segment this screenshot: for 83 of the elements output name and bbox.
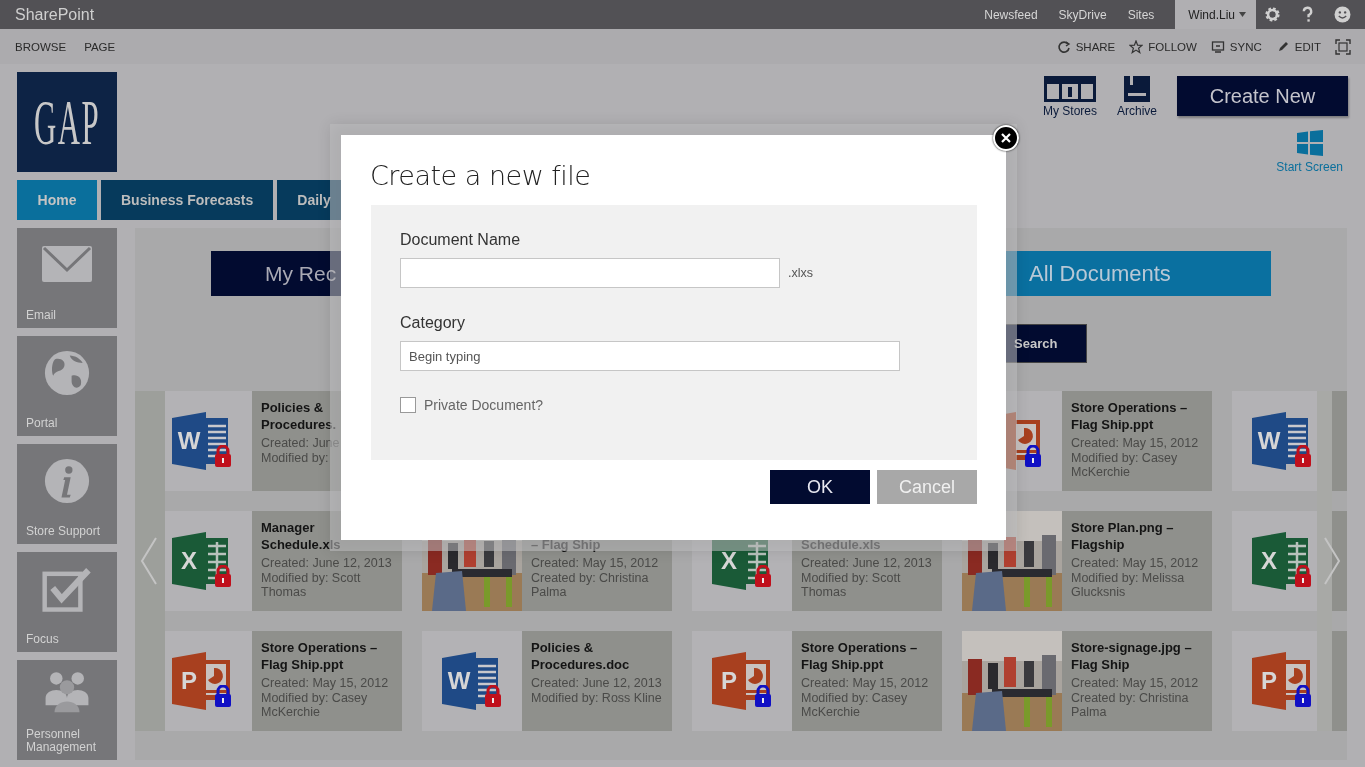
company-logo[interactable]: GAP: [17, 72, 117, 172]
checkbox-label: Private Document?: [424, 397, 544, 413]
file-meta: Created: June 12, 2013: [531, 676, 663, 691]
file-meta: Created: May 15, 2012: [531, 556, 660, 571]
file-title: Store-signage.jpg – Flag Ship: [1071, 639, 1193, 673]
file-meta: Modified by: Casey McKerchie: [1071, 450, 1179, 480]
file-title: Store Operations – Flag Ship.ppt: [801, 639, 919, 673]
chevron-left-icon[interactable]: [140, 536, 158, 586]
file-meta: Created: June: [261, 436, 341, 451]
field-label: Document Name: [400, 231, 522, 249]
dialog-title: Create a new file: [370, 160, 592, 191]
file-meta: Modified by:: [261, 450, 330, 465]
suite-link[interactable]: SkyDrive: [1058, 7, 1107, 22]
suite-link[interactable]: Sites: [1127, 7, 1155, 22]
create-new-button[interactable]: Create New: [1177, 76, 1348, 116]
fullscreen-icon[interactable]: [1335, 38, 1351, 55]
globe-icon: [42, 349, 92, 396]
ok-button[interactable]: OK: [770, 470, 870, 504]
view-button[interactable]: All Documents: [1006, 251, 1271, 296]
checkbox-icon: [42, 565, 92, 612]
header-action-label[interactable]: Archive: [1117, 104, 1157, 118]
file-title: Manager Schedule.xls: [261, 519, 342, 553]
file-meta: Created by: Christina Palma: [1071, 690, 1190, 720]
ribbon-action[interactable]: FOLLOW: [1148, 40, 1197, 53]
nav-tab[interactable]: Home: [17, 180, 97, 220]
file-title: Policies & Procedures.: [261, 399, 338, 433]
file-meta: Created: June 12, 2013: [801, 556, 933, 571]
chevron-right-icon[interactable]: [1323, 536, 1341, 586]
input-field[interactable]: Begin typing: [400, 341, 900, 371]
sync-icon: [1210, 39, 1225, 54]
tile-panel[interactable]: Policies & Procedures.doc Created: June 12, 2013 Modified by: Ross Kline: [522, 631, 672, 731]
storefront-icon: [1043, 76, 1096, 102]
file-meta: Modified by: Scott Thomas: [261, 570, 362, 600]
share-icon: [1056, 39, 1071, 54]
app-tile[interactable]: Personnel Management: [17, 660, 117, 760]
field-label: Category: [400, 314, 466, 332]
file-title: Policies & Procedures.doc: [531, 639, 631, 673]
file-meta: Modified by: Casey McKerchie: [261, 690, 369, 720]
file-meta: Created: May 15, 2012: [1071, 676, 1200, 691]
close-icon: [1001, 133, 1011, 143]
tile-panel[interactable]: Store Operations – Flag Ship.ppt Created: May 15, 2012 Modified by: Casey McKerchie: [252, 631, 402, 731]
file-title: Store Operations – Flag Ship.ppt: [261, 639, 379, 673]
file-meta: Modified by: Casey McKerchie: [801, 690, 909, 720]
close-button[interactable]: [993, 125, 1019, 151]
app-tile[interactable]: Focus: [17, 552, 117, 652]
windows-logo-icon[interactable]: [1296, 130, 1323, 156]
brand-title[interactable]: SharePoint: [15, 5, 95, 24]
file-meta: Created by: Christina Palma: [531, 570, 650, 600]
file-meta: Created: May 15, 2012: [801, 676, 930, 691]
info-icon: [42, 457, 92, 504]
file-meta: Modified by: Ross Kline: [531, 690, 663, 705]
ribbon-action[interactable]: SYNC: [1229, 40, 1262, 53]
file-meta: Created: May 15, 2012: [1071, 556, 1200, 571]
file-meta: Created: May 15, 2012: [261, 676, 390, 691]
file-title: Store Operations – Flag Ship.ppt: [1071, 399, 1189, 433]
smiley-icon[interactable]: [1334, 6, 1351, 23]
header-action-label[interactable]: My Stores: [1042, 104, 1097, 118]
caret-icon: [1239, 12, 1246, 17]
app-tile[interactable]: Email: [17, 228, 117, 328]
settings-icon[interactable]: [1264, 6, 1281, 23]
suite-link[interactable]: Newsfeed: [984, 7, 1038, 22]
extension-label: .xlxs: [788, 266, 813, 280]
file-meta: Created: May 15, 2012: [1071, 436, 1200, 451]
tile-panel[interactable]: Store Operations – Flag Ship.ppt Created: May 15, 2012 Modified by: Casey McKerchie: [1062, 391, 1212, 491]
app-tile[interactable]: Store Support: [17, 444, 117, 544]
file-meta: Created: June 12, 2013: [261, 556, 393, 571]
file-meta: Modified by: Scott Thomas: [801, 570, 902, 600]
ribbon-action[interactable]: EDIT: [1294, 40, 1321, 53]
tile-panel[interactable]: Store Operations – Flag Ship.ppt Created: May 15, 2012 Modified by: Casey McKerchie: [792, 631, 942, 731]
user-menu[interactable]: Wind.Liu: [1175, 0, 1256, 29]
nav-tab[interactable]: Business Forecasts: [101, 180, 274, 220]
file-title: – Flag Ship: [531, 536, 602, 553]
checkbox[interactable]: [400, 397, 416, 413]
app-tile[interactable]: Portal: [17, 336, 117, 436]
ribbon-tab[interactable]: BROWSE: [15, 40, 67, 53]
file-title: Store Plan.png – Flagship: [1071, 519, 1175, 553]
tile-panel[interactable]: Store-signage.jpg – Flag Ship Created: May 15, 2012 Created by: Christina Palma: [1062, 631, 1212, 731]
ribbon-action[interactable]: SHARE: [1075, 40, 1116, 53]
ribbon-tab[interactable]: PAGE: [84, 40, 116, 53]
file-meta: Modified by: Melissa Glucksnis: [1071, 570, 1186, 600]
star-icon: [1129, 39, 1144, 54]
tile-panel[interactable]: Store Plan.png – Flagship Created: May 15, 2012 Modified by: Melissa Glucksnis: [1062, 511, 1212, 611]
input-field[interactable]: [400, 258, 780, 288]
